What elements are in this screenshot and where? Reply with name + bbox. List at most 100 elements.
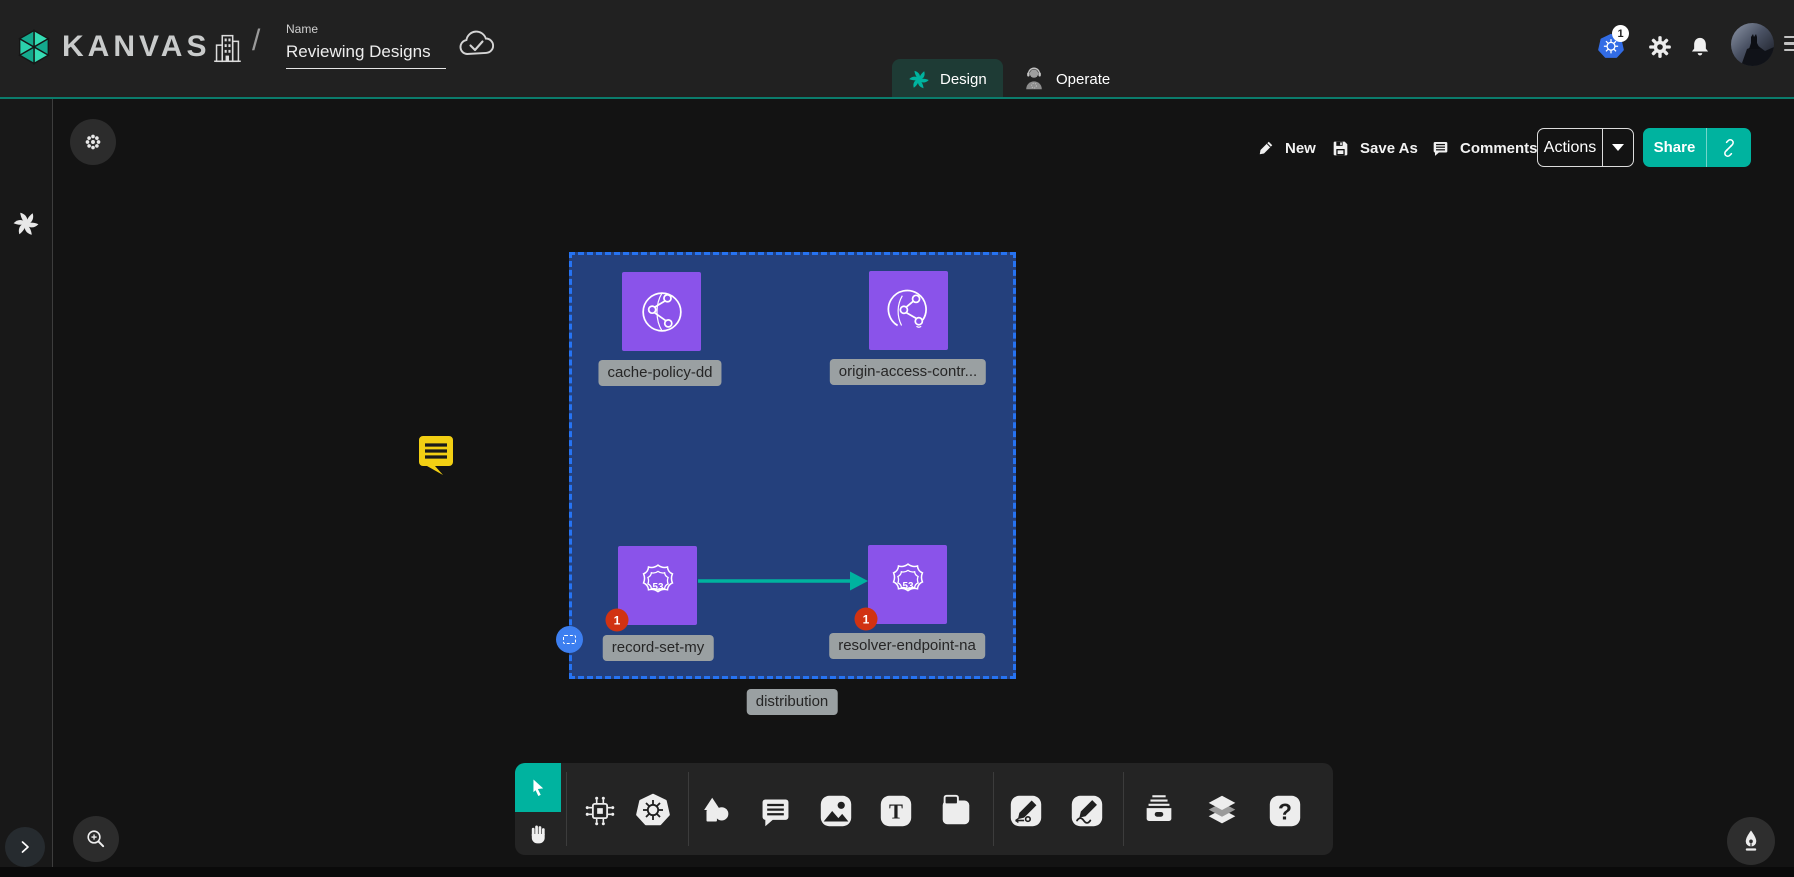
route53-resolver-endpoint-icon: 53	[878, 555, 938, 615]
pencil-draw-icon	[1068, 792, 1106, 830]
new-pencil-icon	[1256, 138, 1276, 158]
resolver-endpoint-error-badge: 1	[855, 608, 878, 631]
zoom-in-icon	[83, 826, 109, 852]
tab-design-label: Design	[940, 71, 987, 88]
dashed-rect-icon	[563, 635, 576, 644]
cloudfront-origin-access-icon	[878, 280, 940, 342]
tool-pencil[interactable]	[1065, 789, 1109, 833]
tool-select[interactable]	[515, 763, 561, 812]
share-button-label: Share	[1643, 139, 1706, 156]
logo-text: KANVAS	[62, 30, 210, 64]
new-button-label: New	[1285, 140, 1316, 157]
save-floppy-icon	[1330, 138, 1351, 159]
tool-comment[interactable]	[753, 789, 797, 833]
new-button[interactable]: New	[1256, 130, 1316, 166]
component-circuit-icon	[581, 792, 619, 830]
kanvas-app: KANVAS / Name	[0, 0, 1794, 877]
kubernetes-context-button[interactable]: 1	[1596, 32, 1626, 67]
tool-dock: T	[515, 763, 1333, 855]
tool-layers[interactable]	[1200, 789, 1244, 833]
kanvas-logo-icon	[14, 27, 54, 67]
flower-asterisk-icon	[80, 129, 106, 155]
zoom-in-button[interactable]	[73, 816, 119, 862]
svg-text:53: 53	[652, 581, 663, 592]
notifications-bell-icon[interactable]	[1687, 33, 1713, 61]
tool-shapes[interactable]	[694, 789, 738, 833]
save-as-button[interactable]: Save As	[1330, 130, 1418, 166]
dock-divider	[688, 772, 689, 846]
actions-button-label: Actions	[1538, 139, 1602, 157]
canvas-actions-button[interactable]	[70, 119, 116, 165]
tool-text[interactable]: T	[874, 789, 918, 833]
sidebar-expand-button[interactable]	[5, 827, 45, 867]
comment-bubble-icon	[757, 793, 794, 830]
cursor-arrow-icon	[525, 775, 551, 801]
share-button[interactable]: Share	[1643, 128, 1751, 167]
k8s-context-count-badge: 1	[1612, 25, 1629, 42]
node-record-set[interactable]: 53	[618, 546, 697, 625]
caret-down-icon	[1612, 144, 1624, 151]
pen-mode-button[interactable]	[1727, 817, 1775, 865]
overflow-menu-icon[interactable]	[1784, 36, 1794, 55]
tool-pen[interactable]	[1004, 789, 1048, 833]
tool-pan[interactable]	[517, 812, 559, 854]
copy-link-button[interactable]	[1707, 137, 1751, 159]
tool-image[interactable]	[814, 789, 858, 833]
svg-text:53: 53	[902, 580, 913, 591]
tab-operate[interactable]: Operate	[1006, 59, 1126, 99]
note-card-icon	[937, 792, 975, 830]
left-sidebar	[0, 99, 53, 877]
shapes-icon	[697, 792, 735, 830]
tool-kubernetes[interactable]	[631, 789, 675, 833]
design-swirl-icon	[908, 68, 930, 90]
breadcrumb-separator: /	[252, 24, 260, 58]
settings-gear-icon[interactable]	[1646, 33, 1674, 61]
avatar-image	[1731, 23, 1774, 66]
comments-button[interactable]: Comments	[1430, 130, 1538, 166]
route53-record-set-icon: 53	[628, 556, 688, 616]
pen-path-icon	[1007, 792, 1045, 830]
tool-note[interactable]	[934, 789, 978, 833]
tool-component[interactable]	[578, 789, 622, 833]
tool-drawer[interactable]	[1137, 789, 1181, 833]
kanvas-logo[interactable]: KANVAS	[14, 27, 210, 67]
dock-divider	[566, 772, 567, 846]
node-label-origin-access[interactable]: origin-access-contr...	[830, 359, 986, 385]
node-label-record-set[interactable]: record-set-my	[603, 635, 714, 661]
meshery-swirl-icon[interactable]	[12, 209, 40, 237]
comments-bubble-icon	[1430, 138, 1451, 159]
cloudfront-cache-policy-icon	[631, 281, 693, 343]
svg-text:?: ?	[1278, 799, 1292, 825]
name-field-label: Name	[286, 22, 446, 36]
canvas-comment-marker[interactable]	[413, 431, 459, 477]
group-label-distribution[interactable]: distribution	[747, 689, 838, 715]
dock-divider	[1123, 772, 1124, 846]
design-name-block: Name	[286, 22, 446, 69]
header-accent-line	[0, 97, 1794, 99]
hand-icon	[525, 820, 551, 846]
group-selection-handle[interactable]	[556, 626, 583, 653]
chevron-right-icon	[15, 837, 35, 857]
user-avatar[interactable]	[1731, 23, 1774, 66]
svg-text:T: T	[889, 800, 903, 824]
actions-dropdown-button[interactable]: Actions	[1537, 128, 1634, 167]
pen-nib-icon	[1737, 827, 1765, 855]
tab-design[interactable]: Design	[892, 59, 1003, 99]
image-icon	[817, 792, 855, 830]
cloud-saved-icon	[456, 28, 496, 60]
save-as-button-label: Save As	[1360, 140, 1418, 157]
node-resolver-endpoint[interactable]: 53	[868, 545, 947, 624]
tool-help[interactable]: ?	[1263, 789, 1307, 833]
actions-caret-button[interactable]	[1603, 144, 1633, 151]
app-header: KANVAS / Name	[0, 0, 1794, 97]
node-label-resolver-endpoint[interactable]: resolver-endpoint-na	[829, 633, 985, 659]
node-cache-policy[interactable]	[622, 272, 701, 351]
design-name-input[interactable]	[286, 40, 446, 69]
record-set-error-badge: 1	[606, 609, 629, 632]
comments-button-label: Comments	[1460, 140, 1538, 157]
node-origin-access-control[interactable]	[869, 271, 948, 350]
organization-icon[interactable]	[208, 28, 246, 68]
node-label-cache-policy[interactable]: cache-policy-dd	[598, 360, 721, 386]
link-icon	[1718, 137, 1740, 159]
kubernetes-wheel-icon	[633, 791, 673, 831]
